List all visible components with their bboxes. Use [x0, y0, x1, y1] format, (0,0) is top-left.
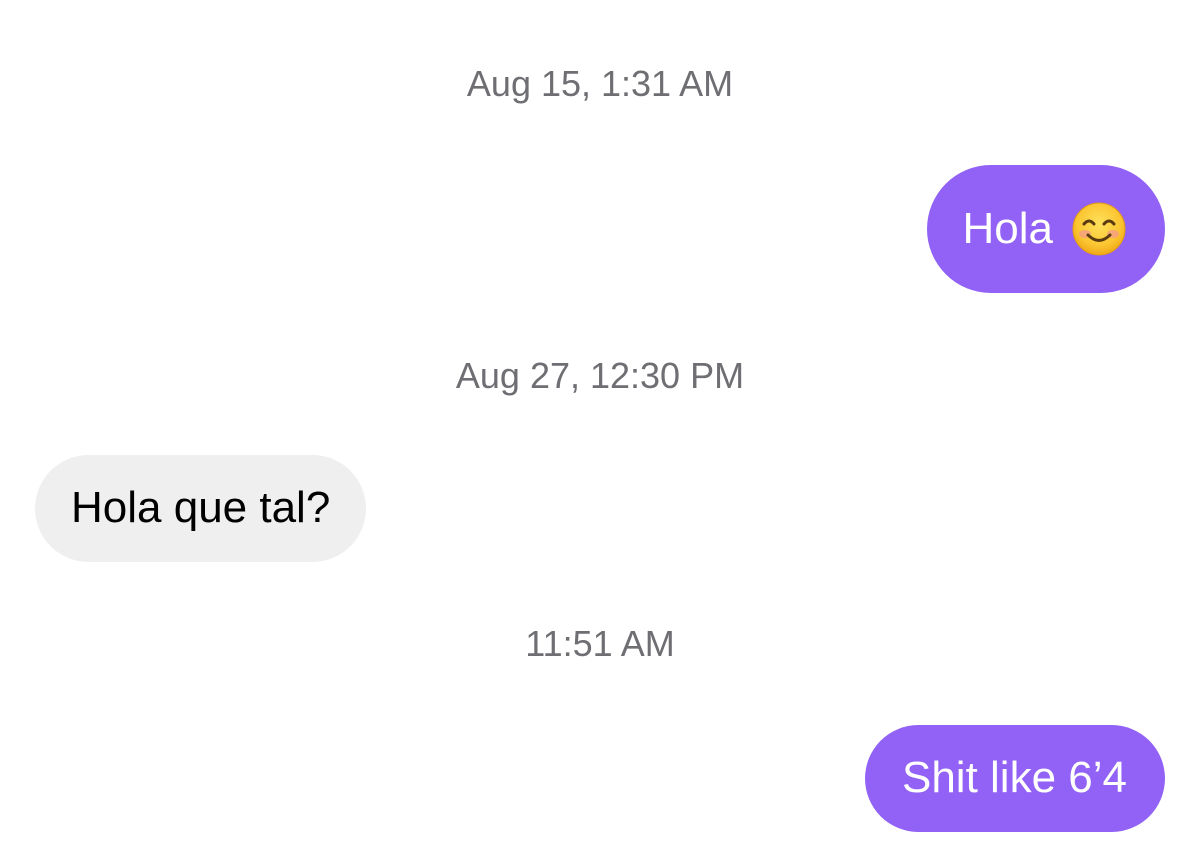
- message-thread: Aug 15, 1:31 AM Hola Aug 27, 12:30 PM Ho…: [0, 0, 1200, 866]
- incoming-message-bubble[interactable]: Hola que tal?: [35, 455, 367, 562]
- message-timestamp: 11:51 AM: [525, 623, 675, 664]
- message-timestamp: Aug 15, 1:31 AM: [466, 63, 734, 104]
- outgoing-message-bubble[interactable]: Shit like 6’4: [864, 725, 1165, 832]
- message-text: Shit like 6’4: [901, 753, 1127, 802]
- message-text: Hola que tal?: [71, 483, 331, 532]
- message-text: Hola: [962, 204, 1054, 253]
- message-timestamp: Aug 27, 12:30 PM: [455, 355, 745, 396]
- smiling-face-with-smiling-eyes-icon: [1071, 201, 1127, 257]
- outgoing-message-bubble[interactable]: Hola: [926, 165, 1165, 293]
